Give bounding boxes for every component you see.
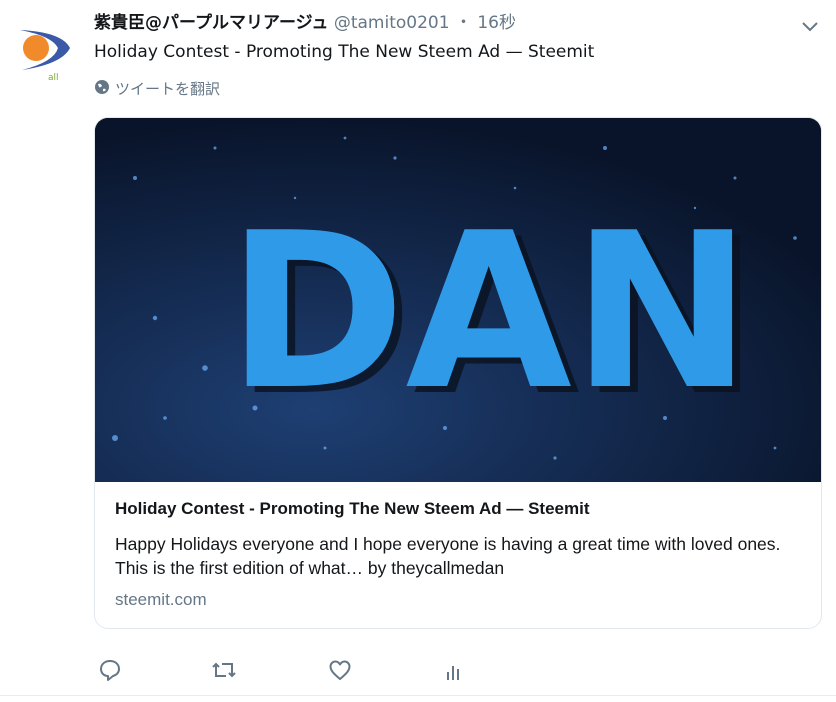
reply-icon[interactable] [96, 656, 124, 684]
like-icon[interactable] [326, 656, 354, 684]
translate-button[interactable]: ツイートを翻訳 [94, 78, 220, 99]
chevron-down-icon[interactable] [800, 16, 820, 36]
card-description: Happy Holidays everyone and I hope every… [115, 534, 781, 578]
retweet-icon[interactable] [210, 656, 238, 684]
card-title: Holiday Contest - Promoting The New Stee… [115, 499, 590, 518]
author-name[interactable]: 紫貴臣@パープルマリアージュ [94, 13, 328, 33]
translate-label: ツイートを翻訳 [115, 80, 221, 98]
card-domain: steemit.com [115, 590, 207, 609]
avatar-logo-text: all [48, 73, 59, 82]
tweet-time[interactable]: 16秒 [477, 13, 516, 33]
divider [0, 695, 836, 696]
card-image: DAN DAN [95, 118, 821, 482]
tweet-text: Holiday Contest - Promoting The New Stee… [94, 42, 595, 62]
separator: ・ [454, 13, 472, 33]
link-card[interactable]: DAN DAN Holiday Contest - Promoting The … [94, 117, 822, 629]
card-image-text: DAN [227, 186, 752, 437]
tweet-header: 紫貴臣@パープルマリアージュ @tamito0201 ・ 16秒 [94, 10, 516, 36]
globe-icon [94, 79, 110, 99]
author-handle[interactable]: @tamito0201 [334, 13, 450, 33]
analytics-icon[interactable] [440, 656, 468, 684]
tweet-actions [96, 656, 476, 686]
avatar[interactable]: all [14, 18, 72, 83]
